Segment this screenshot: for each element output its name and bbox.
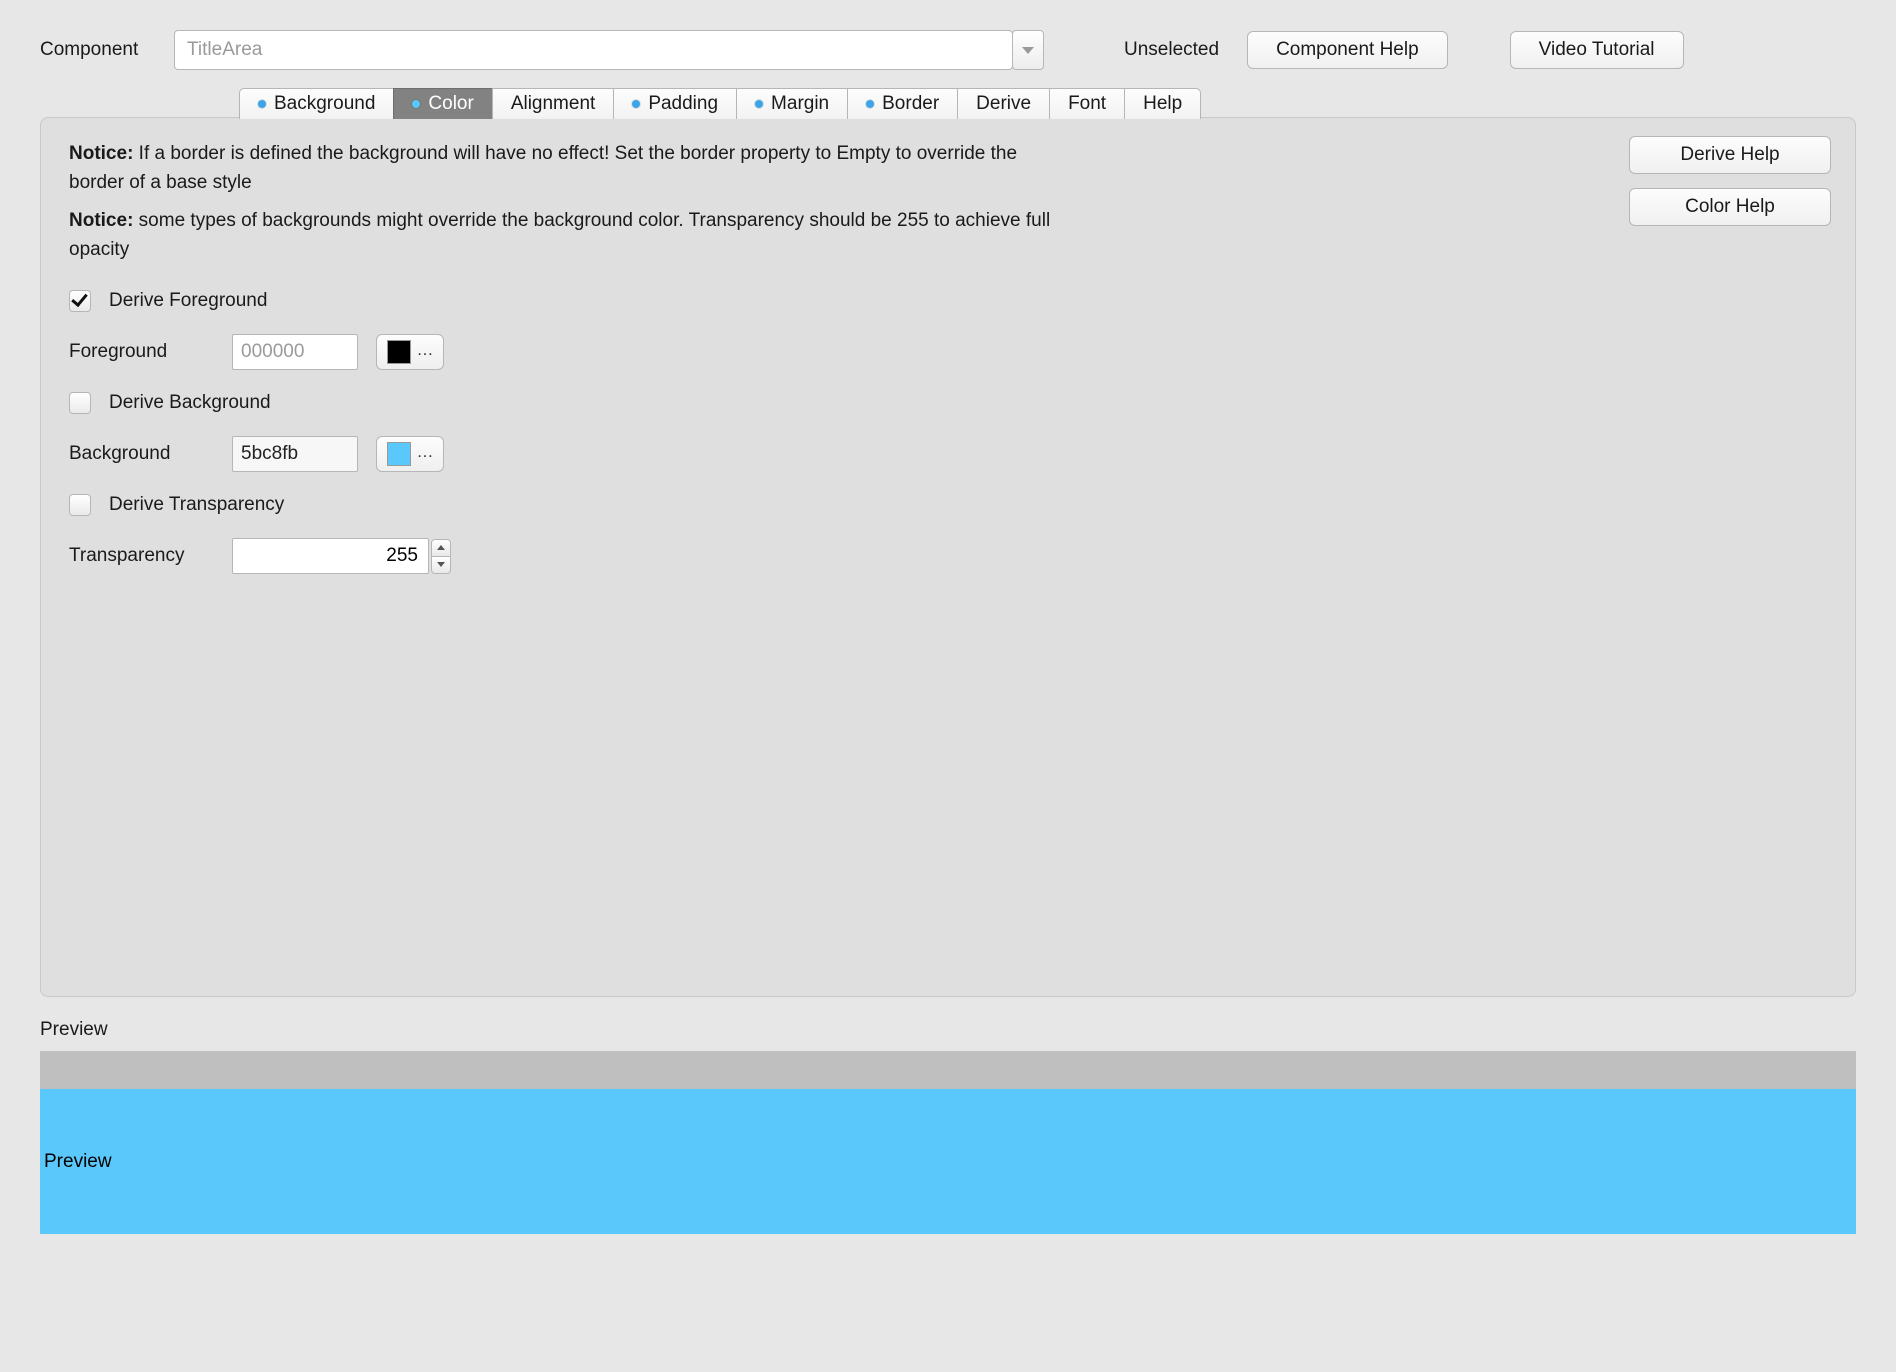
derive-foreground-checkbox[interactable] [69,290,91,312]
tab-label: Color [428,93,473,115]
chevron-down-icon [1022,47,1034,54]
notice-border: Notice: If a border is defined the backg… [69,140,1069,197]
tab-background[interactable]: Background [239,88,394,119]
tab-label: Font [1068,93,1106,115]
tab-padding[interactable]: Padding [613,88,737,119]
tab-font[interactable]: Font [1049,88,1125,119]
notice-label: Notice: [69,210,133,231]
derive-help-button[interactable]: Derive Help [1629,136,1831,174]
tab-label: Background [274,93,375,115]
foreground-input[interactable] [232,334,358,370]
tab-alignment[interactable]: Alignment [492,88,615,119]
background-swatch-icon [387,442,411,466]
transparency-step-up[interactable] [431,539,451,557]
foreground-swatch-icon [387,340,411,364]
background-input[interactable] [232,436,358,472]
chevron-down-icon [437,562,445,567]
preview-sample-text: Preview [44,1151,112,1173]
tab-bar: Background Color Alignment Padding Margin Bor… [240,88,1856,118]
status-dot-icon [632,100,640,108]
component-label: Component [40,39,152,61]
color-help-button[interactable]: Color Help [1629,188,1831,226]
transparency-step-down[interactable] [431,556,451,574]
tab-border[interactable]: Border [847,88,958,119]
preview-header-bar [40,1051,1856,1089]
foreground-label: Foreground [69,341,214,363]
chevron-up-icon [437,545,445,550]
tab-help[interactable]: Help [1124,88,1201,119]
tab-color[interactable]: Color [393,88,492,119]
notice-label: Notice: [69,143,133,164]
status-dot-icon [755,100,763,108]
derive-background-checkbox[interactable] [69,392,91,414]
derive-transparency-label: Derive Transparency [109,494,284,516]
tab-label: Help [1143,93,1182,115]
tab-margin[interactable]: Margin [736,88,848,119]
component-dropdown-button[interactable] [1012,30,1044,70]
tab-label: Alignment [511,93,596,115]
video-tutorial-button[interactable]: Video Tutorial [1510,31,1684,69]
tab-label: Derive [976,93,1031,115]
tab-label: Margin [771,93,829,115]
transparency-input[interactable] [232,538,429,574]
ellipsis-icon: … [417,442,434,462]
tab-label: Border [882,93,939,115]
component-combobox[interactable] [174,30,1044,70]
top-bar: Component Unselected Component Help Vide… [40,30,1856,70]
foreground-color-button[interactable]: … [376,334,444,370]
notice-text: some types of backgrounds might override… [69,210,1050,260]
status-dot-icon [258,100,266,108]
background-label: Background [69,443,214,465]
component-help-button[interactable]: Component Help [1247,31,1448,69]
status-dot-icon [866,100,874,108]
notice-transparency: Notice: some types of backgrounds might … [69,207,1069,264]
background-color-button[interactable]: … [376,436,444,472]
component-input[interactable] [174,30,1013,70]
status-dot-icon [412,100,420,108]
tab-label: Padding [648,93,718,115]
derive-background-label: Derive Background [109,392,271,414]
preview-sample: Preview [40,1089,1856,1234]
derive-transparency-checkbox[interactable] [69,494,91,516]
ellipsis-icon: … [417,340,434,360]
unselected-label: Unselected [1124,39,1219,61]
preview-label: Preview [40,1019,1856,1041]
color-settings-panel: Derive Help Color Help Notice: If a bord… [40,117,1856,997]
derive-foreground-label: Derive Foreground [109,290,267,312]
notice-text: If a border is defined the background wi… [69,143,1017,193]
transparency-label: Transparency [69,545,214,567]
tab-derive[interactable]: Derive [957,88,1050,119]
